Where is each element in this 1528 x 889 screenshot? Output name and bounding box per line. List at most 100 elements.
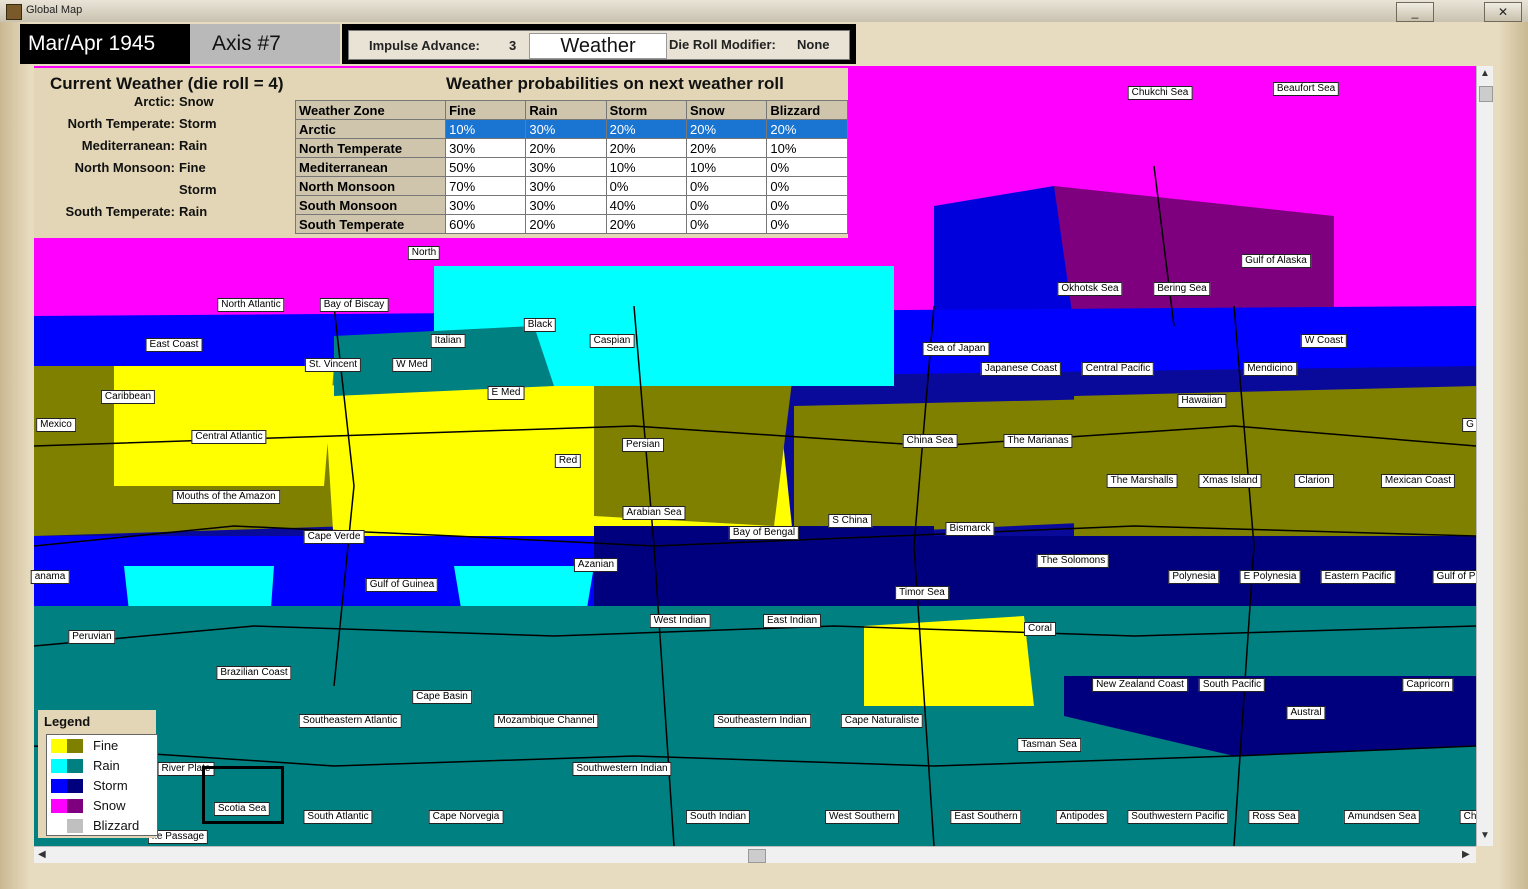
sea-zone-label[interactable]: West Southern	[825, 810, 899, 824]
scroll-up-icon[interactable]: ▲	[1480, 68, 1490, 79]
sea-zone-label[interactable]: W Med	[392, 358, 432, 372]
sea-zone-label[interactable]: Sea of Japan	[922, 342, 990, 356]
sea-zone-label[interactable]: Southwestern Pacific	[1127, 810, 1229, 824]
sea-zone-label[interactable]: Japanese Coast	[980, 362, 1062, 376]
sea-zone-label[interactable]: S China	[828, 514, 872, 528]
vertical-scroll-thumb[interactable]	[1479, 86, 1493, 102]
scroll-down-icon[interactable]: ▼	[1480, 830, 1490, 841]
sea-zone-label[interactable]: St. Vincent	[304, 358, 362, 372]
sea-zone-label[interactable]: Italian	[430, 334, 466, 348]
prob-row[interactable]: North Temperate 30% 20% 20% 20% 10%	[294, 138, 848, 158]
sea-zone-label[interactable]: Mexican Coast	[1380, 474, 1456, 488]
sea-zone-label[interactable]: The Solomons	[1036, 554, 1110, 568]
prob-row[interactable]: South Temperate 60% 20% 20% 0% 0%	[294, 214, 848, 234]
prob-column-header: Blizzard	[766, 100, 848, 120]
sea-zone-label[interactable]: E Polynesia	[1239, 570, 1301, 584]
prob-value-cell: 0%	[685, 176, 768, 196]
sea-zone-label[interactable]: Capricorn	[1402, 678, 1454, 692]
sea-zone-label[interactable]: West Indian	[649, 614, 711, 628]
sea-zone-label[interactable]: Chukchi Sea	[1127, 86, 1193, 100]
sea-zone-label[interactable]: New Zealand Coast	[1092, 678, 1188, 692]
sea-zone-label[interactable]: Bay of Biscay	[319, 298, 389, 312]
sea-zone-label[interactable]: North	[407, 246, 441, 260]
sea-zone-label[interactable]: Red	[554, 454, 582, 468]
prob-row[interactable]: North Monsoon 70% 30% 0% 0% 0%	[294, 176, 848, 196]
sea-zone-label[interactable]: China Sea	[902, 434, 958, 448]
sea-zone-label[interactable]: The Marshalls	[1106, 474, 1178, 488]
sea-zone-label[interactable]: Azanian	[573, 558, 619, 572]
sea-zone-label[interactable]: W Coast	[1300, 334, 1348, 348]
sea-zone-label[interactable]: Central Atlantic	[191, 430, 267, 444]
weather-button[interactable]: Weather	[529, 33, 667, 59]
sea-zone-label[interactable]: East Indian	[762, 614, 822, 628]
sea-zone-label[interactable]: Okhotsk Sea	[1057, 282, 1123, 296]
sea-zone-label[interactable]: Peruvian	[68, 630, 116, 644]
sea-zone-label[interactable]: Mexico	[36, 418, 76, 432]
scroll-right-icon[interactable]: ▶	[1462, 849, 1470, 860]
sea-zone-label[interactable]: Antipodes	[1055, 810, 1109, 824]
sea-zone-label[interactable]: Clarion	[1294, 474, 1334, 488]
current-weather-value: Rain	[179, 204, 208, 219]
sea-zone-label[interactable]: Caspian	[589, 334, 635, 348]
minimize-button[interactable]: _	[1396, 2, 1434, 22]
sea-zone-label[interactable]: Cape Norvegia	[428, 810, 504, 824]
sea-zone-label[interactable]: Mouths of the Amazon	[172, 490, 280, 504]
sea-zone-label[interactable]: Cape Basin	[412, 690, 472, 704]
prob-value-cell: 0%	[685, 214, 768, 234]
horizontal-scroll-thumb[interactable]	[748, 849, 766, 863]
sea-zone-label[interactable]: East Coast	[145, 338, 203, 352]
sea-zone-label[interactable]: Tasman Sea	[1017, 738, 1081, 752]
sea-zone-label[interactable]: Cape Naturaliste	[840, 714, 924, 728]
sea-zone-label[interactable]: South Atlantic	[303, 810, 373, 824]
sea-zone-label[interactable]: Amundsen Sea	[1343, 810, 1421, 824]
sea-zone-label[interactable]: Bering Sea	[1153, 282, 1211, 296]
sea-zone-label[interactable]: E Med	[487, 386, 525, 400]
sea-zone-label[interactable]: North Atlantic	[217, 298, 285, 312]
sea-zone-label[interactable]: East Southern	[950, 810, 1022, 824]
prob-row[interactable]: South Monsoon 30% 30% 40% 0% 0%	[294, 195, 848, 215]
sea-zone-label[interactable]: South Indian	[685, 810, 751, 824]
sea-zone-label[interactable]: Coral	[1024, 622, 1056, 636]
legend-swatch-light	[51, 739, 67, 753]
sea-zone-label[interactable]: Black	[523, 318, 557, 332]
sea-zone-label[interactable]: Persian	[622, 438, 664, 452]
scroll-left-icon[interactable]: ◀	[38, 849, 46, 860]
sea-zone-label[interactable]: Bay of Bengal	[728, 526, 800, 540]
sea-zone-label[interactable]: South Pacific	[1198, 678, 1266, 692]
prob-row[interactable]: Arctic 10% 30% 20% 20% 20%	[294, 119, 848, 139]
sea-zone-label[interactable]: Mozambique Channel	[493, 714, 599, 728]
close-button[interactable]: ✕	[1484, 2, 1522, 22]
sea-zone-label[interactable]: Caribbean	[100, 390, 156, 404]
sea-zone-label[interactable]: The Marianas	[1003, 434, 1073, 448]
current-weather-zone: Mediterranean:	[81, 138, 175, 153]
sea-zone-label[interactable]: Beaufort Sea	[1272, 82, 1340, 96]
sea-zone-label[interactable]: Eastern Pacific	[1320, 570, 1396, 584]
sea-zone-label[interactable]: Brazilian Coast	[216, 666, 292, 680]
sea-zone-label[interactable]: Bismarck	[945, 522, 995, 536]
sea-zone-label[interactable]: Arabian Sea	[622, 506, 686, 520]
prob-value-cell: 20%	[525, 214, 607, 234]
legend-item: Storm	[51, 777, 155, 795]
prob-row[interactable]: Mediterranean 50% 30% 10% 10% 0%	[294, 157, 848, 177]
sea-zone-label[interactable]: Cape Verde	[303, 530, 365, 544]
sea-zone-label[interactable]: Central Pacific	[1081, 362, 1155, 376]
sea-zone-label[interactable]: Gulf of Alaska	[1241, 254, 1311, 268]
selected-zone-highlight	[202, 766, 284, 824]
legend-list: Fine Rain Storm Snow Blizzard	[46, 734, 158, 836]
sea-zone-label[interactable]: Gulf of P	[1432, 570, 1480, 584]
sea-zone-label[interactable]: Timor Sea	[895, 586, 949, 600]
sea-zone-label[interactable]: Ross Sea	[1248, 810, 1300, 824]
sea-zone-label[interactable]: Xmas Island	[1198, 474, 1262, 488]
sea-zone-label[interactable]: Hawaiian	[1177, 394, 1227, 408]
sea-zone-label[interactable]: anama	[30, 570, 70, 584]
vertical-scrollbar[interactable]: ▲ ▼	[1476, 66, 1493, 846]
sea-zone-label[interactable]: Southwestern Indian	[572, 762, 672, 776]
sea-zone-label[interactable]: Mendicino	[1243, 362, 1297, 376]
sea-zone-label[interactable]: Southeastern Indian	[713, 714, 811, 728]
sea-zone-label[interactable]: Gulf of Guinea	[365, 578, 439, 592]
sea-zone-label[interactable]: Austral	[1286, 706, 1326, 720]
sea-zone-label[interactable]: Polynesia	[1168, 570, 1220, 584]
sea-zone-label[interactable]: Southeastern Atlantic	[298, 714, 402, 728]
prob-column-header: Snow	[685, 100, 768, 120]
horizontal-scrollbar[interactable]: ◀ ▶	[34, 846, 1476, 863]
